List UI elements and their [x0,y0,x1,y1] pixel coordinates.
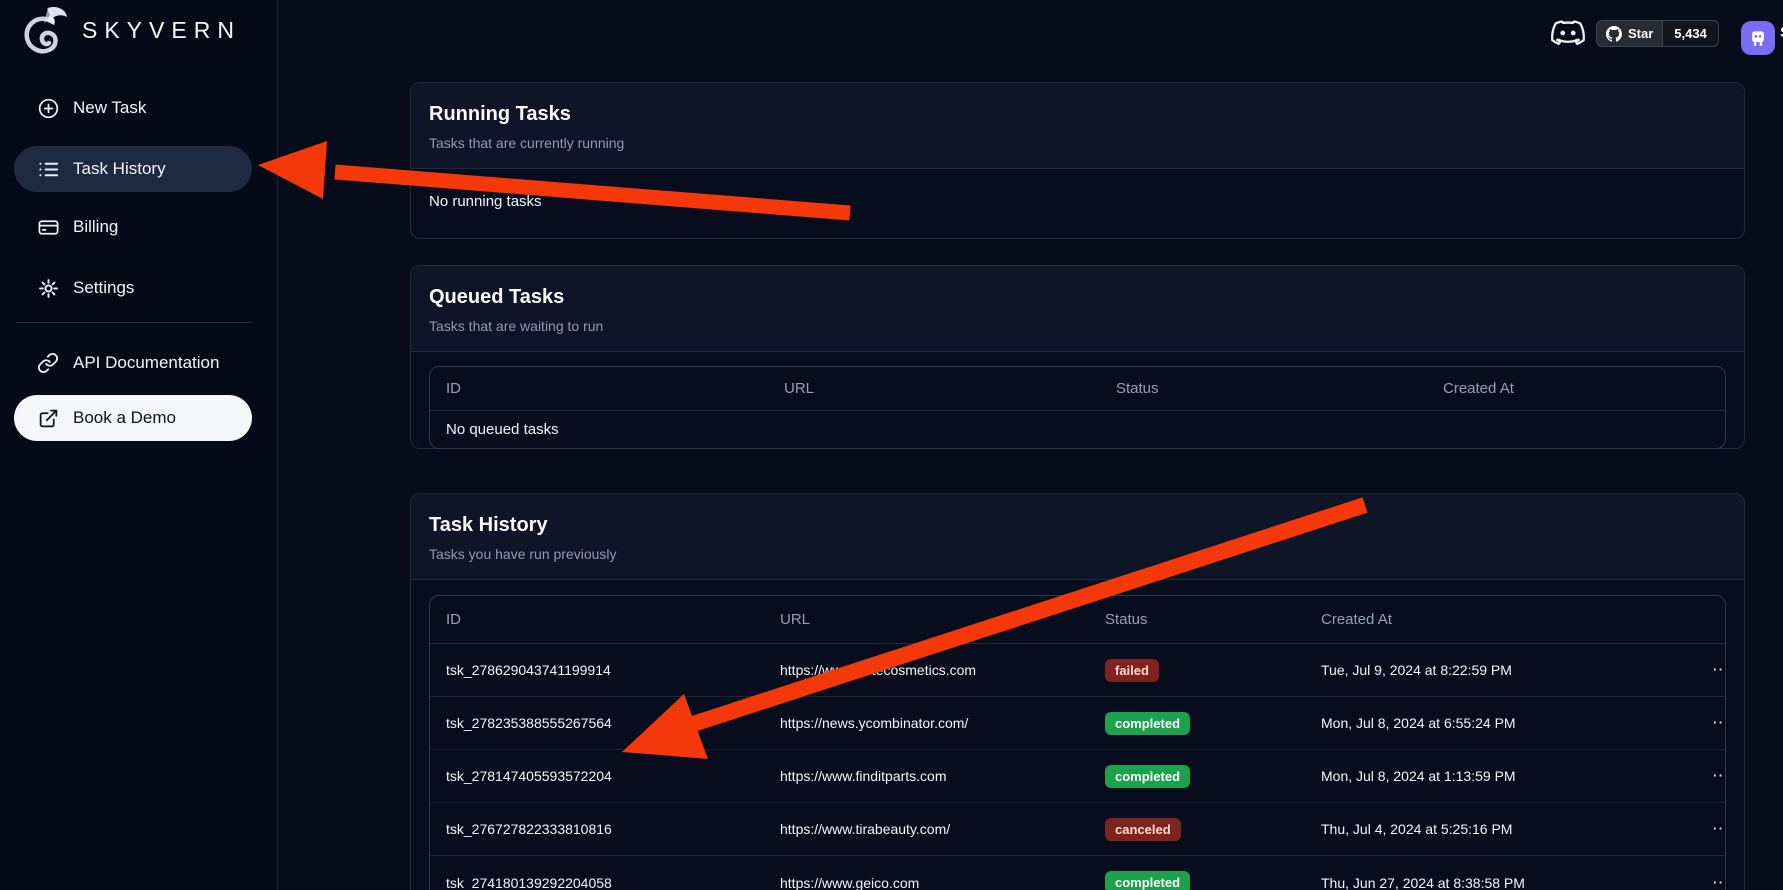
task-created-at: Thu, Jul 4, 2024 at 5:25:16 PM [1305,821,1706,837]
sidebar-item-api-documentation[interactable]: API Documentation [14,340,252,386]
task-history-row-2[interactable]: tsk_278235388555267564 https://news.ycom… [430,697,1725,750]
queued-tasks-card: Queued Tasks Tasks that are waiting to r… [410,265,1745,449]
queued-tasks-table: ID URL Status Created At No queued tasks [429,366,1726,449]
card-subtitle: Tasks that are currently running [429,135,1726,151]
plus-circle-icon [36,96,60,120]
sidebar-item-task-history[interactable]: Task History [14,146,252,192]
task-id: tsk_276727822333810816 [430,821,764,837]
sidebar: SKYVERN New Task Task History [0,0,278,890]
task-history-row-4[interactable]: tsk_276727822333810816 https://www.tirab… [430,803,1725,856]
skyvern-dragon-icon [20,5,72,55]
github-star-label: Star [1628,26,1653,41]
sidebar-item-label: Task History [73,159,166,179]
github-star-button[interactable]: Star [1597,21,1662,46]
task-history-row-5[interactable]: tsk_274180139292204058 https://www.geico… [430,856,1725,890]
list-icon [36,157,60,181]
row-actions-menu-icon[interactable]: ⋯ [1706,713,1726,733]
row-actions-menu-icon[interactable]: ⋯ [1706,873,1726,890]
row-actions-menu-icon[interactable]: ⋯ [1706,819,1726,839]
sidebar-item-new-task[interactable]: New Task [14,85,252,131]
running-tasks-empty-text: No running tasks [429,193,542,210]
status-badge: canceled [1105,818,1181,841]
brand-name: SKYVERN [82,17,241,44]
card-subtitle: Tasks you have run previously [429,546,1726,562]
running-tasks-header: Running Tasks Tasks that are currently r… [411,83,1744,169]
task-id: tsk_278629043741199914 [430,662,764,678]
card-title: Task History [429,514,1726,537]
task-history-card: Task History Tasks you have run previous… [410,493,1745,890]
task-history-row-1[interactable]: tsk_278629043741199914 https://www.tarte… [430,644,1725,697]
sidebar-item-label: Settings [73,278,134,298]
queued-tasks-body: ID URL Status Created At No queued tasks [411,352,1744,458]
task-url: https://www.geico.com [764,875,1089,890]
discord-icon[interactable] [1549,17,1587,49]
column-header-url: URL [768,380,1100,397]
status-badge: completed [1105,765,1190,788]
task-history-row-3[interactable]: tsk_278147405593572204 https://www.findi… [430,750,1725,803]
card-subtitle: Tasks that are waiting to run [429,318,1726,334]
card-title: Queued Tasks [429,286,1726,309]
task-id: tsk_274180139292204058 [430,875,764,890]
task-history-body: ID URL Status Created At tsk_27862904374… [411,580,1744,890]
github-star-widget[interactable]: Star 5,434 [1596,20,1719,47]
task-history-table: ID URL Status Created At tsk_27862904374… [429,595,1726,890]
task-url: https://news.ycombinator.com/ [764,715,1089,731]
sidebar-divider [16,322,252,323]
status-badge: failed [1105,659,1159,682]
running-tasks-card: Running Tasks Tasks that are currently r… [410,82,1745,239]
sidebar-item-label: API Documentation [73,353,219,373]
avatar[interactable] [1741,21,1775,55]
sidebar-item-settings[interactable]: Settings [14,265,252,311]
row-actions-menu-icon[interactable]: ⋯ [1706,766,1726,786]
task-created-at: Mon, Jul 8, 2024 at 6:55:24 PM [1305,715,1706,731]
task-created-at: Tue, Jul 9, 2024 at 8:22:59 PM [1305,662,1706,678]
column-header-id: ID [430,380,768,397]
task-url: https://www.finditparts.com [764,768,1089,784]
task-id: tsk_278147405593572204 [430,768,764,784]
task-created-at: Thu, Jun 27, 2024 at 8:38:58 PM [1305,875,1706,890]
brand-logo[interactable]: SKYVERN [20,5,241,55]
running-tasks-body: No running tasks [411,169,1744,234]
external-link-icon [36,406,60,430]
table-header-row: ID URL Status Created At [430,596,1725,644]
task-history-header: Task History Tasks you have run previous… [411,494,1744,580]
column-header-status: Status [1089,611,1305,628]
robot-avatar-icon [1748,28,1768,48]
sidebar-item-label: New Task [73,98,146,118]
sidebar-item-label: Billing [73,217,118,237]
column-header-id: ID [430,611,764,628]
link-icon [36,351,60,375]
queued-tasks-empty-text: No queued tasks [430,411,1725,448]
github-icon [1606,26,1622,42]
row-actions-menu-icon[interactable]: ⋯ [1706,660,1726,680]
task-id: tsk_278235388555267564 [430,715,764,731]
sidebar-item-book-a-demo[interactable]: Book a Demo [14,395,252,441]
column-header-url: URL [764,611,1089,628]
sidebar-item-label: Book a Demo [73,408,176,428]
table-header-row: ID URL Status Created At [430,367,1725,411]
queued-tasks-header: Queued Tasks Tasks that are waiting to r… [411,266,1744,352]
status-badge: completed [1105,712,1190,735]
status-badge: completed [1105,871,1190,890]
credit-card-icon [36,215,60,239]
github-star-count[interactable]: 5,434 [1662,21,1718,46]
column-header-status: Status [1100,380,1427,397]
gear-icon [36,276,60,300]
card-title: Running Tasks [429,103,1726,126]
task-created-at: Mon, Jul 8, 2024 at 1:13:59 PM [1305,768,1706,784]
column-header-created-at: Created At [1427,380,1725,397]
task-url: https://www.tartecosmetics.com [764,662,1089,678]
column-header-created-at: Created At [1305,611,1706,628]
app-root: SKYVERN New Task Task History [0,0,1783,890]
sidebar-item-billing[interactable]: Billing [14,204,252,250]
task-url: https://www.tirabeauty.com/ [764,821,1089,837]
